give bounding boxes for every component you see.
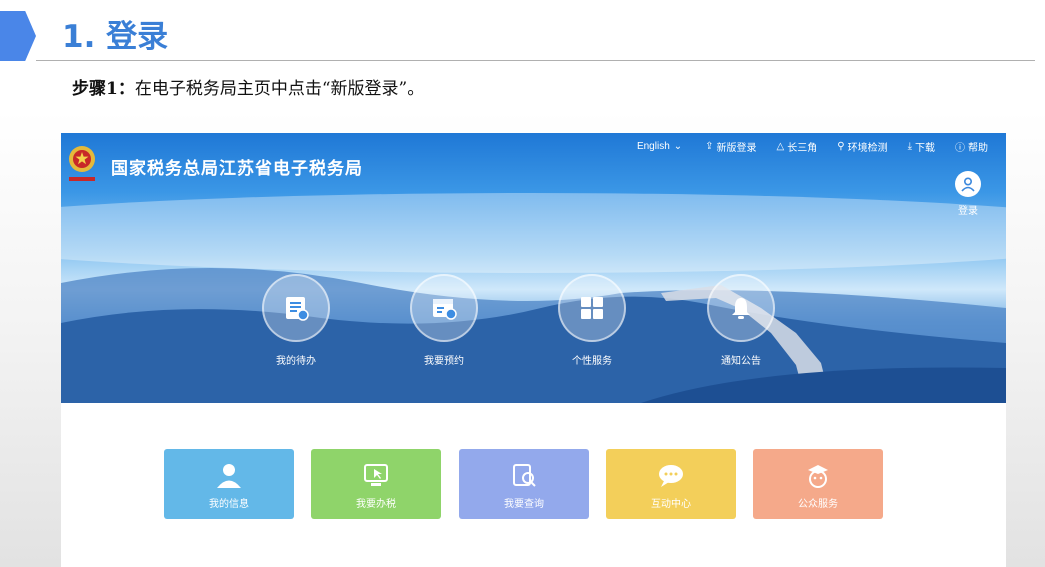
monitor-cursor-icon: [364, 464, 388, 486]
quick-todo-label: 我的待办: [276, 356, 316, 367]
card-interaction-center[interactable]: 互动中心: [606, 449, 736, 519]
tax-emblem-icon: [69, 146, 95, 181]
site-title: 国家税务总局江苏省电子税务局: [111, 159, 363, 178]
nav-download-label: 下载: [915, 143, 935, 154]
nav-english-label: English: [636, 141, 670, 152]
section-arrow-marker: [0, 11, 36, 61]
nav-english[interactable]: English ⌄: [637, 139, 685, 154]
quick-appointment[interactable]: 我要预约: [394, 274, 494, 367]
slide-heading: 1. 登录: [62, 19, 169, 55]
card-interaction-center-label: 互动中心: [651, 499, 691, 510]
quick-appointment-label: 我要预约: [424, 356, 464, 367]
quick-todo[interactable]: 我的待办: [246, 274, 346, 367]
quick-notices[interactable]: 通知公告: [691, 274, 791, 367]
nav-env-check[interactable]: ⚲ 环境检测: [837, 139, 887, 154]
quick-personal-service[interactable]: 个性服务: [542, 274, 642, 367]
nav-yangtze-delta-label: 长三角: [787, 143, 818, 154]
nav-help-label: 帮助: [968, 143, 988, 154]
wrench-icon: ⚲: [837, 141, 845, 152]
card-inquiry[interactable]: 我要查询: [459, 449, 589, 519]
chat-bubble-icon: [659, 465, 683, 487]
nav-new-login[interactable]: ⇪ 新版登录: [705, 139, 756, 154]
nav-download[interactable]: ⤓ 下载: [908, 139, 935, 154]
grid-icon: [558, 274, 626, 342]
login-button[interactable]: 登录: [950, 171, 986, 217]
heading-divider: [36, 60, 1035, 61]
help-icon: ⓘ: [955, 143, 965, 154]
mascot-icon: [808, 465, 828, 488]
card-my-info-label: 我的信息: [209, 499, 249, 510]
search-document-icon: [513, 464, 536, 487]
top-navigation: English ⌄ ⇪ 新版登录 △ 长三角 ⚲ 环境检测 ⤓ 下载 ⓘ 帮助: [617, 139, 988, 154]
step-instruction: 步骤1：在电子税务局主页中点击“新版登录”。: [72, 76, 424, 102]
todo-list-icon: [262, 274, 330, 342]
bell-icon: [707, 274, 775, 342]
quick-personal-service-label: 个性服务: [572, 356, 612, 367]
step-prefix: 步骤1：: [72, 79, 135, 99]
user-avatar-icon: [955, 171, 981, 197]
portal-screenshot: 国家税务总局江苏省电子税务局 English ⌄ ⇪ 新版登录 △ 长三角 ⚲ 环境检测…: [61, 133, 1006, 567]
login-label: 登录: [958, 206, 978, 217]
quick-notices-label: 通知公告: [721, 356, 761, 367]
card-tax-handling-label: 我要办税: [356, 499, 396, 510]
login-icon: ⇪: [705, 141, 714, 152]
chevron-down-icon: ⌄: [673, 141, 683, 152]
card-tax-handling[interactable]: 我要办税: [311, 449, 441, 519]
nav-help[interactable]: ⓘ 帮助: [955, 139, 988, 154]
triangle-icon: △: [776, 141, 785, 152]
nav-new-login-label: 新版登录: [716, 143, 757, 154]
nav-yangtze-delta[interactable]: △ 长三角: [777, 139, 818, 154]
user-icon: [217, 464, 241, 488]
download-icon: ⤓: [907, 141, 912, 152]
step-text: 在电子税务局主页中点击“新版登录”。: [134, 79, 425, 99]
card-inquiry-label: 我要查询: [504, 499, 544, 510]
card-my-info[interactable]: 我的信息: [164, 449, 294, 519]
card-public-service[interactable]: 公众服务: [753, 449, 883, 519]
card-public-service-label: 公众服务: [798, 499, 838, 510]
portal-banner: 国家税务总局江苏省电子税务局 English ⌄ ⇪ 新版登录 △ 长三角 ⚲ 环境检测…: [61, 133, 1006, 403]
calendar-clock-icon: [410, 274, 478, 342]
nav-env-check-label: 环境检测: [847, 143, 888, 154]
